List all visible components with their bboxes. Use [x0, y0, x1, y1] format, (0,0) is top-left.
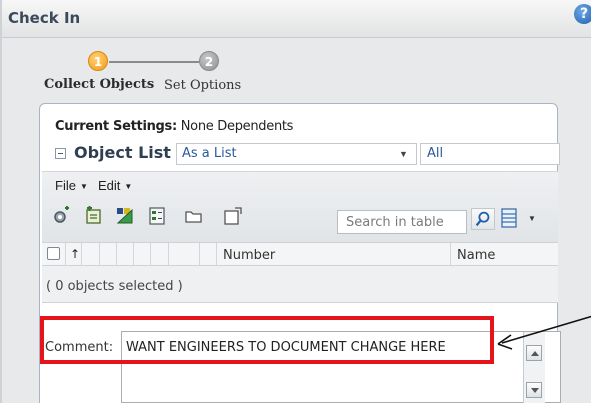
collect-related-icon[interactable] [115, 206, 135, 226]
new-window-icon[interactable] [223, 206, 243, 226]
current-settings-label: Current Settings: [55, 119, 177, 134]
caret-down-icon: ▼ [124, 182, 133, 192]
dialog-title: Check In [8, 9, 81, 27]
sort-column-header[interactable]: ↑ [70, 247, 80, 261]
column-header-name[interactable]: Name [457, 248, 495, 263]
scroll-down-icon[interactable] [526, 382, 542, 398]
current-settings-value: None Dependents [180, 119, 294, 134]
collapse-toggle-icon[interactable] [55, 148, 66, 159]
step-connector [109, 61, 199, 63]
object-list-title: Object List [74, 143, 171, 162]
help-icon[interactable]: ? [574, 4, 591, 24]
title-bar: Check In ? [2, 0, 591, 38]
view-select[interactable]: As a List [176, 143, 417, 165]
menu-edit[interactable]: Edit ▼ [98, 178, 132, 193]
column-divider[interactable] [450, 243, 451, 265]
column-divider[interactable] [133, 243, 134, 265]
step-1-indicator[interactable]: 1 [88, 51, 108, 71]
select-all-checkbox[interactable] [47, 247, 60, 260]
column-divider[interactable] [116, 243, 117, 265]
column-divider[interactable] [168, 243, 169, 265]
selection-status: ( 0 objects selected ) [46, 279, 183, 294]
wizard-steps: 1 2 Collect Objects Set Options [2, 38, 591, 100]
column-divider[interactable] [99, 243, 100, 265]
add-to-workspace-icon[interactable] [84, 206, 104, 226]
step-1-label[interactable]: Collect Objects [44, 77, 154, 92]
column-divider[interactable] [150, 243, 151, 265]
add-objects-icon[interactable] [52, 206, 72, 226]
step-2-label[interactable]: Set Options [164, 78, 241, 93]
current-settings: Current Settings: None Dependents [55, 119, 293, 134]
column-divider[interactable] [65, 243, 66, 265]
open-folder-icon[interactable] [184, 206, 204, 226]
chevron-down-icon[interactable]: ▼ [399, 149, 408, 159]
column-header-number[interactable]: Number [223, 248, 275, 263]
column-divider[interactable] [216, 243, 217, 265]
chevron-down-icon[interactable]: ▼ [528, 214, 536, 223]
column-settings-icon[interactable] [500, 207, 518, 229]
search-icon[interactable] [471, 208, 495, 230]
set-options-icon[interactable] [147, 206, 167, 226]
filter-select[interactable]: All [420, 143, 560, 165]
menu-file[interactable]: File ▼ [55, 178, 88, 193]
column-divider[interactable] [81, 243, 82, 265]
check-in-dialog: Check In ? 1 2 Collect Objects Set Optio… [0, 0, 591, 403]
caret-down-icon: ▼ [79, 182, 88, 192]
highlight-box [40, 316, 494, 364]
step-2-indicator[interactable]: 2 [199, 51, 219, 71]
menu-file-label: File [55, 178, 76, 193]
column-divider[interactable] [199, 243, 200, 265]
menu-edit-label: Edit [98, 178, 121, 193]
search-input[interactable]: Search in table [337, 210, 467, 234]
annotation-arrow-icon [497, 315, 591, 350]
